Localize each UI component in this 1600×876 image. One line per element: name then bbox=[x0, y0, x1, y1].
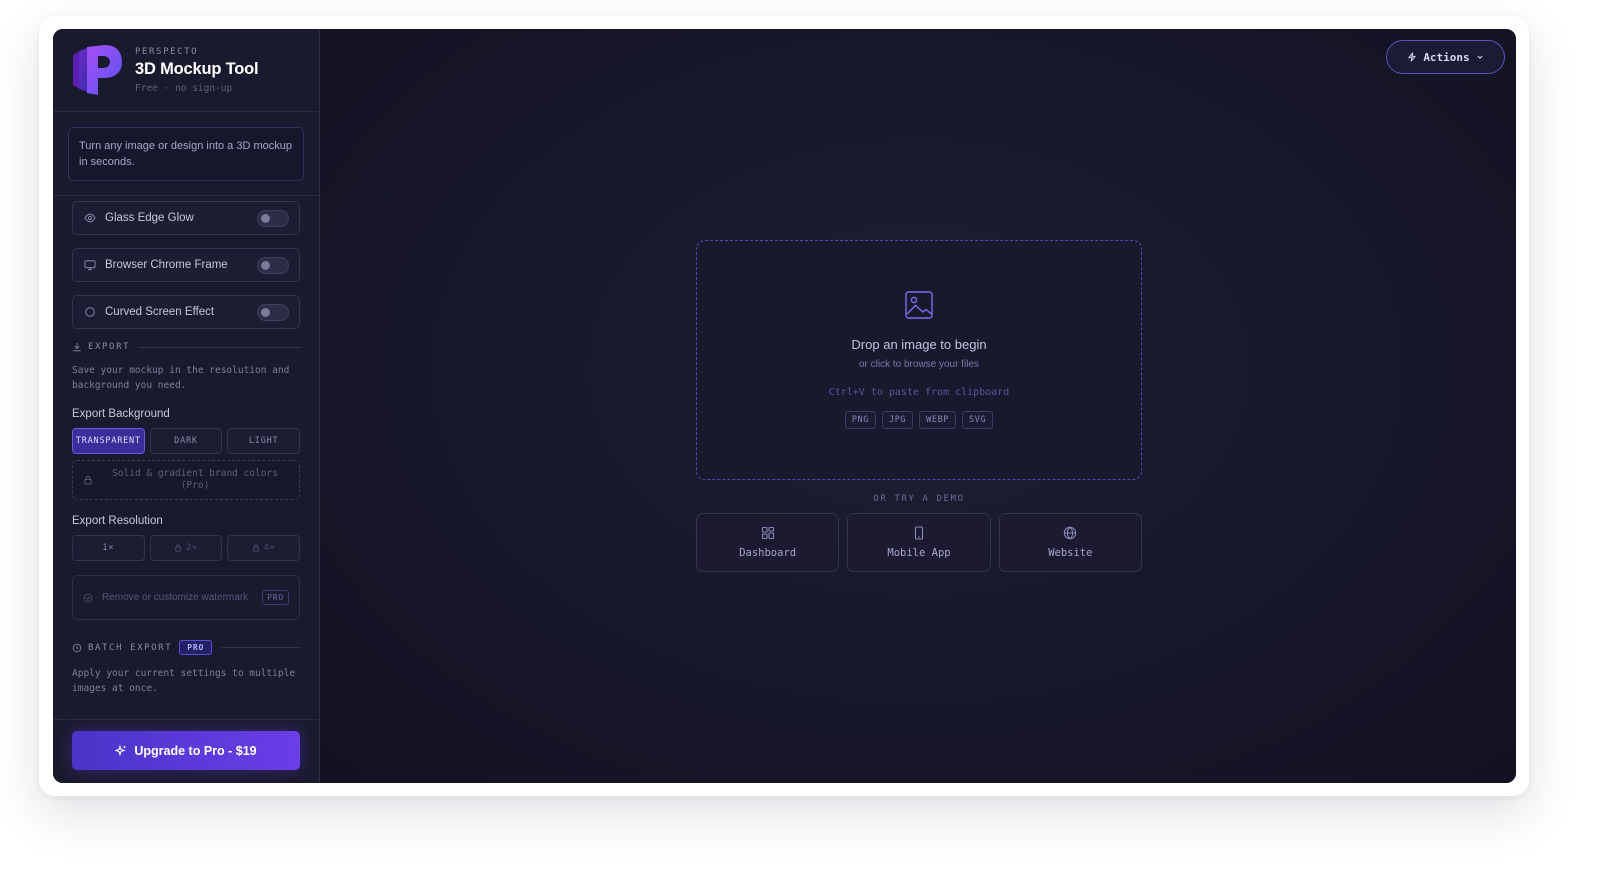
batch-export-description: Apply your current settings to multiple … bbox=[72, 668, 296, 694]
divider bbox=[221, 647, 300, 648]
toggle-label: Glass Edge Glow bbox=[105, 212, 194, 224]
actions-button[interactable]: Actions bbox=[1386, 40, 1505, 74]
lock-icon bbox=[174, 544, 182, 552]
format-badge: WEBP bbox=[919, 411, 957, 429]
lock-icon bbox=[83, 475, 93, 485]
bg-option-transparent[interactable]: TRANSPARENT bbox=[72, 428, 145, 454]
demo-dashboard-button[interactable]: Dashboard bbox=[696, 513, 840, 572]
export-heading: EXPORT bbox=[72, 342, 300, 352]
resolution-option-4x[interactable]: 4× bbox=[227, 535, 301, 561]
sidebar-footer: Upgrade to Pro - $19 bbox=[53, 719, 319, 783]
export-background-label: Export Background bbox=[72, 408, 170, 420]
demo-mobile-app-button[interactable]: Mobile App bbox=[847, 513, 991, 572]
eye-icon bbox=[84, 212, 96, 224]
watermark-text: Remove or customize watermark bbox=[102, 591, 249, 603]
pro-brand-colors-text: Solid & gradient brand colors (Pro) bbox=[112, 468, 278, 491]
bolt-icon bbox=[1407, 52, 1417, 62]
supported-formats: PNG JPG WEBP SVG bbox=[844, 411, 994, 429]
download-icon bbox=[72, 342, 82, 352]
export-heading-text: EXPORT bbox=[88, 342, 131, 352]
demo-label-text: Website bbox=[1048, 547, 1093, 559]
sidebar: PERSPECTO 3D Mockup Tool Free · no sign-… bbox=[53, 29, 320, 783]
app-title: 3D Mockup Tool bbox=[135, 59, 259, 78]
batch-export-heading-text: BATCH EXPORT bbox=[88, 642, 173, 653]
grid-icon bbox=[761, 526, 775, 540]
resolution-option-1x[interactable]: 1× bbox=[72, 535, 145, 561]
curved-screen-effect-switch[interactable] bbox=[257, 303, 289, 321]
export-resolution-selector: 1× 2× 4× bbox=[72, 535, 301, 561]
image-dropzone[interactable]: Drop an image to begin or click to brows… bbox=[696, 240, 1142, 480]
browser-chrome-frame-switch[interactable] bbox=[257, 256, 289, 274]
circle-icon bbox=[84, 306, 96, 318]
resolution-label: 1× bbox=[102, 543, 115, 553]
upgrade-button[interactable]: Upgrade to Pro - $19 bbox=[72, 731, 300, 770]
settings-section: Glass Edge Glow Browser Chrome Frame Cur… bbox=[53, 196, 319, 696]
format-badge: PNG bbox=[844, 411, 876, 429]
canvas-area: Actions Drop an image to begin or click … bbox=[320, 29, 1516, 783]
actions-button-label: Actions bbox=[1423, 50, 1470, 64]
resolution-option-2x[interactable]: 2× bbox=[149, 535, 223, 561]
resolution-label: 2× bbox=[186, 543, 198, 553]
pro-badge: PRO bbox=[179, 640, 213, 655]
toggle-label: Browser Chrome Frame bbox=[105, 259, 228, 271]
dropzone-title: Drop an image to begin bbox=[851, 337, 987, 352]
perspecto-logo bbox=[71, 43, 123, 97]
divider bbox=[139, 346, 300, 348]
pro-badge: PRO bbox=[262, 590, 289, 605]
phone-icon bbox=[912, 526, 926, 540]
watermark-option[interactable]: Remove or customize watermark PRO bbox=[72, 575, 300, 620]
brand-kicker: PERSPECTO bbox=[135, 46, 199, 57]
chevron-down-icon bbox=[1476, 53, 1484, 61]
app-window: PERSPECTO 3D Mockup Tool Free · no sign-… bbox=[53, 29, 1516, 783]
resolution-label: 4× bbox=[263, 543, 276, 553]
globe-icon bbox=[1063, 526, 1077, 540]
bg-option-light[interactable]: LIGHT bbox=[227, 428, 301, 454]
bg-option-dark[interactable]: DARK bbox=[149, 428, 223, 454]
demo-label-text: Mobile App bbox=[887, 547, 951, 559]
demo-options: Dashboard Mobile App Website bbox=[696, 513, 1142, 572]
tag-icon bbox=[83, 593, 93, 603]
lock-icon bbox=[252, 544, 260, 552]
toggle-glass-edge-glow[interactable]: Glass Edge Glow bbox=[72, 201, 300, 235]
paste-hint: Ctrl+V to paste from clipboard bbox=[828, 387, 1010, 398]
demo-label: OR TRY A DEMO bbox=[873, 494, 965, 504]
format-badge: JPG bbox=[881, 411, 914, 429]
export-resolution-label: Export Resolution bbox=[72, 515, 163, 527]
sparkles-icon bbox=[115, 744, 127, 757]
toggle-browser-chrome-frame[interactable]: Browser Chrome Frame bbox=[72, 248, 300, 282]
demo-website-button[interactable]: Website bbox=[998, 513, 1142, 572]
upgrade-button-label: Upgrade to Pro - $19 bbox=[134, 743, 257, 758]
layers-icon bbox=[72, 643, 82, 653]
monitor-icon bbox=[84, 259, 96, 271]
pro-brand-colors[interactable]: Solid & gradient brand colors (Pro) bbox=[72, 460, 300, 500]
format-badge: SVG bbox=[962, 411, 994, 429]
toggle-curved-screen-effect[interactable]: Curved Screen Effect bbox=[72, 295, 300, 329]
export-background-selector: TRANSPARENT DARK LIGHT bbox=[72, 428, 301, 454]
intro-text: Turn any image or design into a 3D mocku… bbox=[68, 127, 304, 181]
toggle-label: Curved Screen Effect bbox=[105, 306, 215, 318]
export-description: Save your mockup in the resolution and b… bbox=[72, 365, 290, 391]
demo-label-text: Dashboard bbox=[739, 547, 797, 559]
batch-export-heading: BATCH EXPORT PRO bbox=[72, 640, 300, 655]
dropzone-subtitle: or click to browse your files bbox=[858, 359, 980, 370]
intro-section: Turn any image or design into a 3D mocku… bbox=[53, 112, 319, 196]
brand-subtitle: Free · no sign-up bbox=[135, 82, 233, 94]
brand-header: PERSPECTO 3D Mockup Tool Free · no sign-… bbox=[53, 29, 319, 112]
image-icon bbox=[904, 290, 934, 320]
glass-edge-glow-switch[interactable] bbox=[257, 209, 289, 227]
